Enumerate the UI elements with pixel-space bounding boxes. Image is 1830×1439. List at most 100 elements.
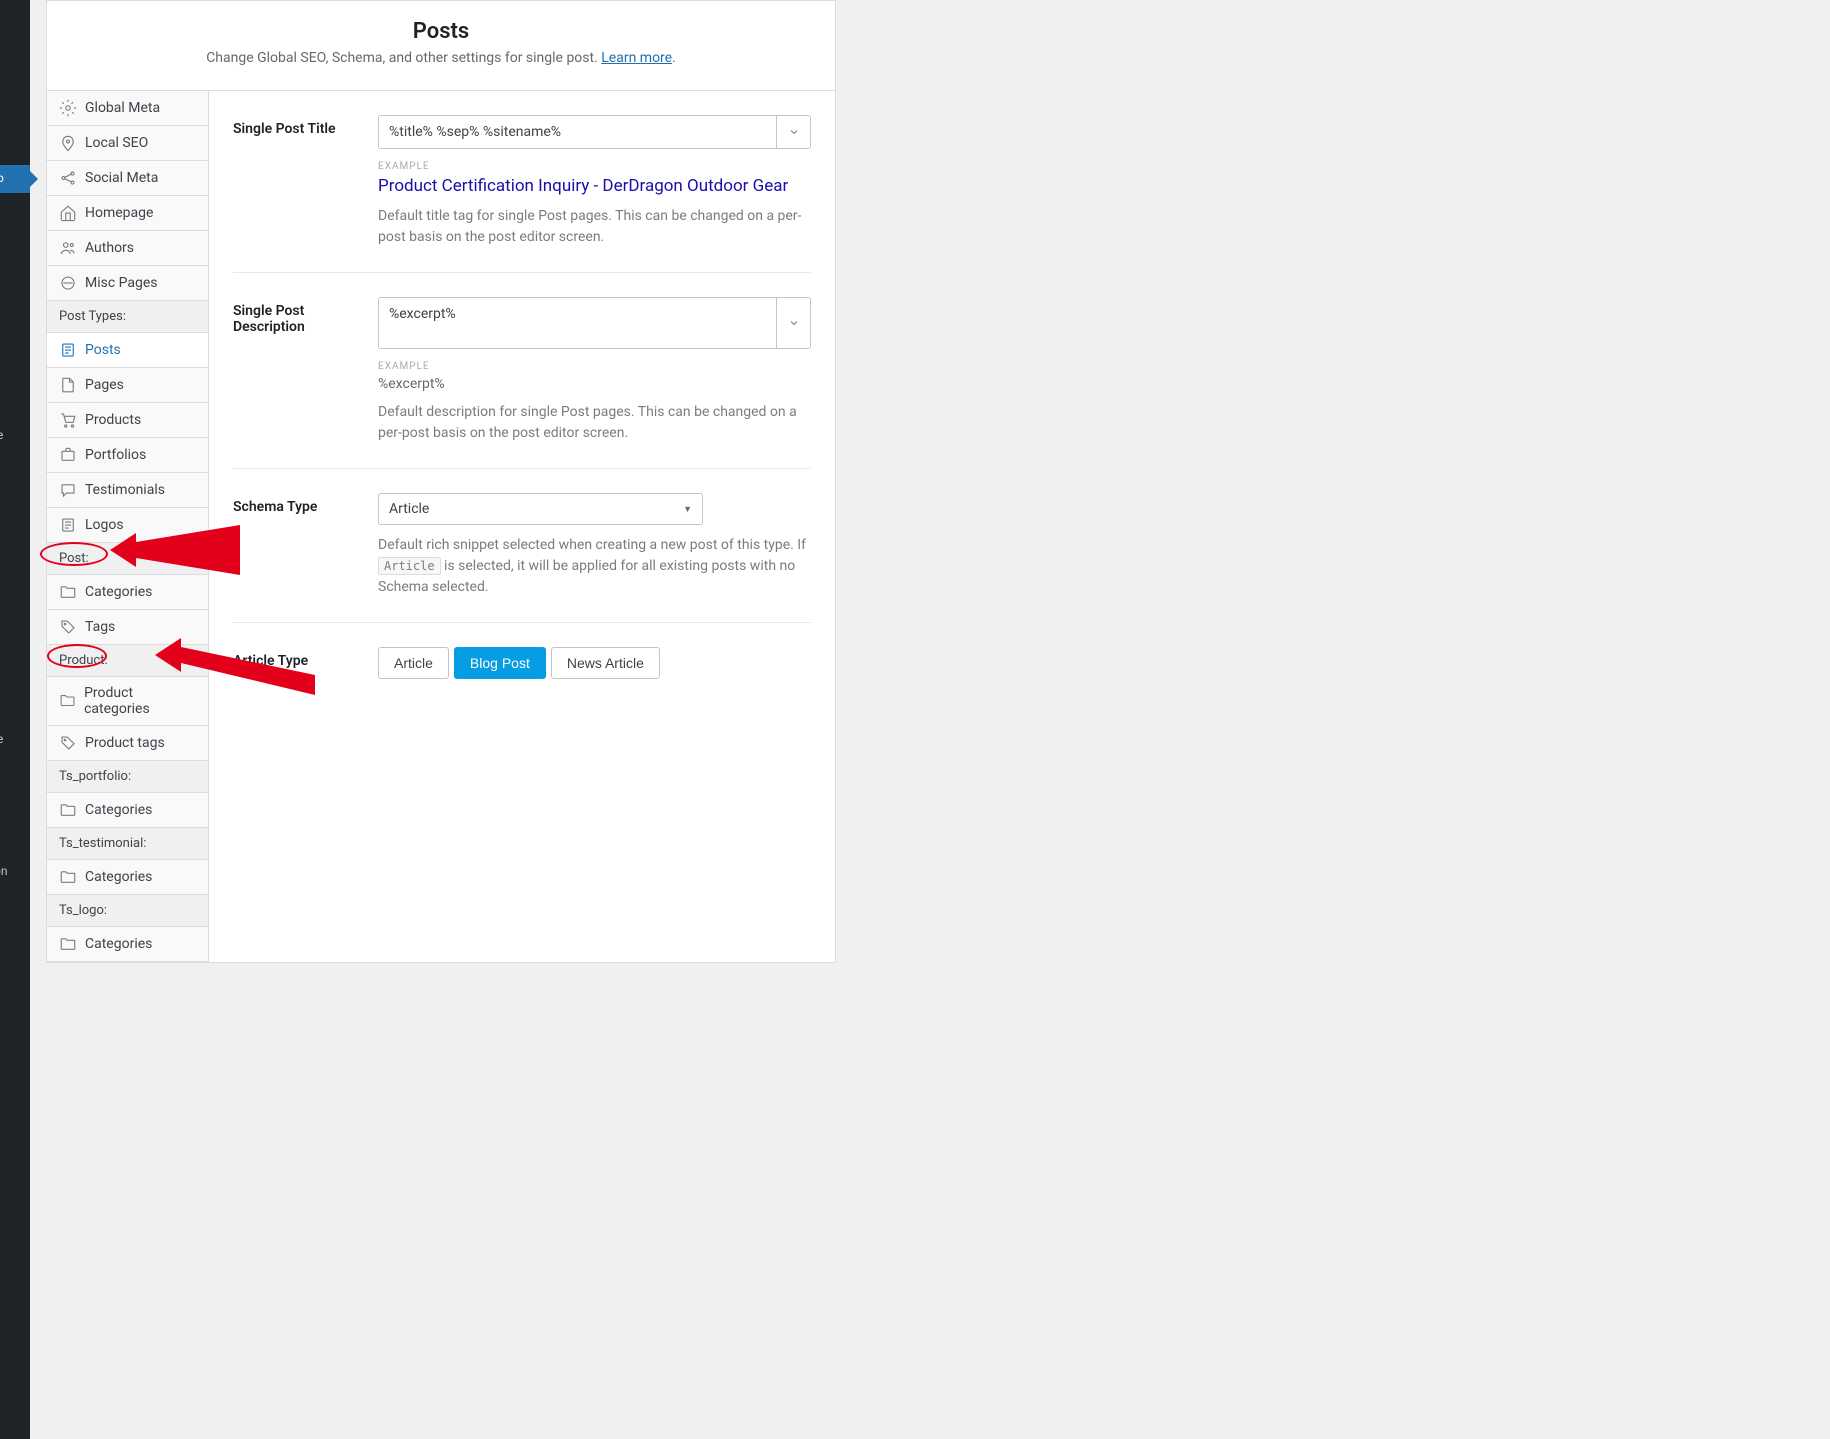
schema-help-text: Default rich snippet selected when creat…	[378, 535, 811, 598]
folder-icon	[59, 801, 77, 819]
nav-label: Product tags	[85, 735, 165, 751]
row-single-post-description: Single Post Description EXAMPLE %excerpt…	[233, 297, 811, 469]
label-article-type: Article Type	[233, 647, 378, 679]
nav-global-meta[interactable]: Global Meta	[47, 91, 208, 126]
nav-label: Products	[85, 412, 141, 428]
schema-type-value: Article	[389, 501, 429, 517]
schema-help-pre: Default rich snippet selected when creat…	[378, 537, 806, 553]
article-type-group: Article Blog Post News Article	[378, 647, 811, 679]
learn-more-link[interactable]: Learn more	[601, 50, 672, 66]
nav-label: Authors	[85, 240, 134, 256]
nav-product-tags[interactable]: Product tags	[47, 726, 208, 761]
nav-header-ts-testimonial: Ts_testimonial:	[47, 828, 208, 860]
nav-header-product: Product:	[47, 645, 208, 677]
nav-post-categories[interactable]: Categories	[47, 575, 208, 610]
nav-label: Social Meta	[85, 170, 158, 186]
nav-logos[interactable]: Logos	[47, 508, 208, 543]
desc-variables-toggle[interactable]	[776, 298, 810, 348]
nav-label: Portfolios	[85, 447, 146, 463]
nav-portfolios[interactable]: Portfolios	[47, 438, 208, 473]
nav-homepage[interactable]: Homepage	[47, 196, 208, 231]
tag-icon	[59, 734, 77, 752]
label-schema-type: Schema Type	[233, 493, 378, 598]
label-single-post-description: Single Post Description	[233, 297, 378, 444]
panel-title: Posts	[71, 19, 811, 44]
post-icon	[59, 341, 77, 359]
nav-label: Pages	[85, 377, 124, 393]
nav-testimonials[interactable]: Testimonials	[47, 473, 208, 508]
nav-product-categories[interactable]: Product categories	[47, 677, 208, 726]
portfolio-icon	[59, 446, 77, 464]
folder-icon	[59, 868, 77, 886]
article-type-news-article[interactable]: News Article	[551, 647, 660, 679]
nav-label: Product categories	[84, 685, 196, 717]
wp-sidebar-text-fragment-e2: e	[0, 732, 27, 746]
chevron-down-icon	[788, 317, 800, 329]
schema-help-post: is selected, it will be applied for all …	[378, 558, 795, 595]
nav-label: Local SEO	[85, 135, 148, 151]
wp-sidebar-active-indicator: o	[0, 165, 30, 193]
nav-pages[interactable]: Pages	[47, 368, 208, 403]
title-example-preview: Product Certification Inquiry - DerDrago…	[378, 176, 811, 196]
nav-label: Categories	[85, 802, 152, 818]
article-type-article[interactable]: Article	[378, 647, 449, 679]
nav-label: Testimonials	[85, 482, 165, 498]
nav-label: Misc Pages	[85, 275, 158, 291]
nav-header-ts-logo: Ts_logo:	[47, 895, 208, 927]
nav-label: Homepage	[85, 205, 153, 221]
title-help-text: Default title tag for single Post pages.…	[378, 206, 811, 248]
page-icon	[59, 376, 77, 394]
wp-admin-sidebar: o e e on	[0, 0, 30, 1439]
panel-subtitle-text: Change Global SEO, Schema, and other set…	[206, 50, 601, 66]
share-icon	[59, 169, 77, 187]
settings-nav: Global Meta Local SEO Social Meta Homepa…	[47, 91, 209, 962]
post-icon	[59, 516, 77, 534]
users-icon	[59, 239, 77, 257]
title-input-combo	[378, 115, 811, 149]
desc-input-combo	[378, 297, 811, 349]
caret-down-icon: ▼	[683, 504, 692, 515]
cart-icon	[59, 411, 77, 429]
nav-header-ts-portfolio: Ts_portfolio:	[47, 761, 208, 793]
layers-icon	[59, 274, 77, 292]
title-variables-toggle[interactable]	[776, 116, 810, 148]
nav-label: Categories	[85, 869, 152, 885]
wp-sidebar-text-fragment-e: e	[0, 428, 27, 442]
settings-panel: Posts Change Global SEO, Schema, and oth…	[46, 0, 836, 963]
pin-icon	[59, 134, 77, 152]
title-example-label: EXAMPLE	[378, 161, 811, 172]
nav-testimonial-categories[interactable]: Categories	[47, 860, 208, 895]
nav-misc-pages[interactable]: Misc Pages	[47, 266, 208, 301]
nav-post-tags[interactable]: Tags	[47, 610, 208, 645]
folder-icon	[59, 583, 77, 601]
desc-textarea[interactable]	[379, 298, 776, 348]
desc-example-label: EXAMPLE	[378, 361, 811, 372]
schema-type-select[interactable]: Article ▼	[378, 493, 703, 525]
nav-header-post-types: Post Types:	[47, 301, 208, 333]
article-type-blog-post[interactable]: Blog Post	[454, 647, 546, 679]
nav-logo-categories[interactable]: Categories	[47, 927, 208, 962]
nav-label: Logos	[85, 517, 124, 533]
nav-social-meta[interactable]: Social Meta	[47, 161, 208, 196]
nav-posts[interactable]: Posts	[47, 333, 208, 368]
nav-local-seo[interactable]: Local SEO	[47, 126, 208, 161]
title-input[interactable]	[379, 116, 776, 148]
desc-help-text: Default description for single Post page…	[378, 402, 811, 444]
form-column: Single Post Title EXAMPLE Product Certif…	[209, 91, 835, 962]
row-schema-type: Schema Type Article ▼ Default rich snipp…	[233, 493, 811, 623]
nav-label: Global Meta	[85, 100, 160, 116]
nav-header-post: Post:	[47, 543, 208, 575]
chat-icon	[59, 481, 77, 499]
folder-icon	[59, 692, 76, 710]
nav-label: Categories	[85, 584, 152, 600]
nav-authors[interactable]: Authors	[47, 231, 208, 266]
nav-portfolio-categories[interactable]: Categories	[47, 793, 208, 828]
home-icon	[59, 204, 77, 222]
nav-products[interactable]: Products	[47, 403, 208, 438]
nav-label: Posts	[85, 342, 121, 358]
tag-icon	[59, 618, 77, 636]
wp-sidebar-text-fragment-on: on	[0, 864, 24, 878]
wp-sidebar-text-fragment-o: o	[0, 171, 4, 185]
panel-subtitle: Change Global SEO, Schema, and other set…	[71, 50, 811, 66]
chevron-down-icon	[788, 126, 800, 138]
